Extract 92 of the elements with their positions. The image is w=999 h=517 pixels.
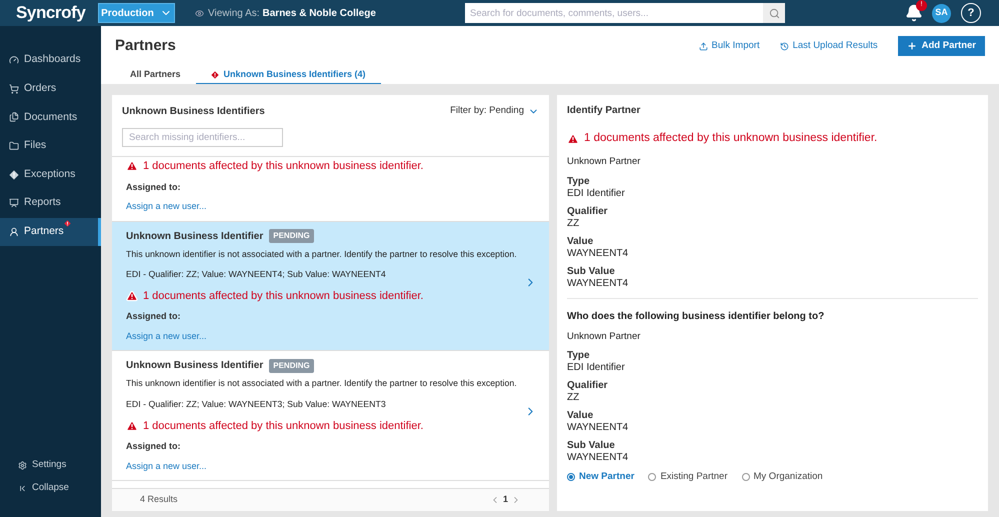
item-title: Unknown Business Identifier bbox=[126, 359, 264, 374]
results-count: 4 Results bbox=[140, 493, 178, 506]
field-label: Value bbox=[567, 410, 594, 422]
question-heading: Who does the following business identifier belong to? bbox=[567, 310, 826, 324]
assigned-label: Assigned to: bbox=[126, 440, 182, 454]
header-link[interactable]: Last Upload Results bbox=[780, 38, 878, 54]
documents-icon bbox=[9, 112, 19, 122]
field-label: Value bbox=[567, 236, 594, 248]
field-value: ZZ bbox=[567, 218, 580, 230]
radio-option[interactable]: My Organization bbox=[742, 470, 823, 484]
field-label: Sub Value bbox=[567, 440, 616, 452]
sidebar-item[interactable]: Orders bbox=[0, 74, 101, 104]
radio-option[interactable]: New Partner bbox=[567, 470, 634, 484]
field-label: Sub Value bbox=[567, 266, 616, 278]
radio-button[interactable] bbox=[742, 472, 750, 481]
search-field[interactable]: Search missing identifiers... bbox=[122, 128, 283, 147]
folder-icon bbox=[9, 141, 19, 152]
sidebar-item[interactable]: Exceptions bbox=[0, 160, 101, 189]
assigned-label: Assigned to: bbox=[126, 180, 182, 194]
settings-icon bbox=[18, 461, 27, 470]
assign-user-link[interactable]: Assign a new user... bbox=[126, 200, 207, 214]
field-value: WAYNEENT4 bbox=[567, 278, 630, 290]
sidebar-item[interactable]: Partners bbox=[0, 218, 101, 246]
warning-icon bbox=[567, 132, 579, 145]
field-value: WAYNEENT4 bbox=[567, 422, 630, 434]
gauge-icon bbox=[9, 55, 19, 66]
item-description: This unknown identifier is not associated with a partner. Identify the partner to resolve this exception. bbox=[126, 248, 518, 261]
sidebar-item[interactable]: Reports bbox=[0, 188, 101, 218]
status-badge: PENDING bbox=[269, 229, 314, 243]
radio-option[interactable]: Existing Partner bbox=[648, 470, 728, 484]
filter-dropdown[interactable]: Filter by: Pending bbox=[450, 104, 539, 119]
sidebar-item[interactable]: Documents bbox=[0, 103, 101, 132]
header-link[interactable]: Bulk Import bbox=[698, 38, 760, 54]
field-label: Qualifier bbox=[567, 206, 609, 218]
status-badge: PENDING bbox=[269, 358, 314, 373]
field-label: Qualifier bbox=[567, 380, 609, 392]
help-button[interactable]: ? bbox=[961, 3, 981, 23]
page-title: Partners bbox=[115, 36, 176, 56]
alert-icon bbox=[64, 220, 71, 227]
partner-name: Unknown Partner bbox=[567, 155, 642, 170]
exception-icon bbox=[9, 170, 19, 180]
add-partner-button[interactable]: Add Partner bbox=[898, 36, 985, 56]
assign-user-link[interactable]: Assign a new user... bbox=[126, 460, 207, 474]
panel-title: Unknown Business Identifiers bbox=[122, 105, 265, 119]
person-icon bbox=[9, 226, 19, 237]
partner-name: Unknown Partner bbox=[567, 330, 642, 344]
notifications-icon[interactable] bbox=[905, 4, 923, 22]
assigned-label: Assigned to: bbox=[126, 310, 182, 324]
presentation-icon bbox=[9, 198, 19, 208]
sidebar-item[interactable]: Dashboards bbox=[0, 46, 101, 75]
warning-text: 1 documents affected by this unknown business identifier. bbox=[143, 288, 424, 304]
field-label: Type bbox=[567, 350, 591, 362]
history-icon bbox=[780, 42, 789, 50]
identifier-item[interactable] bbox=[112, 222, 549, 352]
search-field[interactable]: Search for documents, comments, users... bbox=[465, 3, 763, 23]
identifier-text: EDI - Qualifier: ZZ; Value: WAYNEENT4; Sub Value: WAYNEENT4 bbox=[126, 268, 387, 281]
alert-icon bbox=[210, 70, 219, 78]
field-value: EDI Identifier bbox=[567, 362, 626, 374]
sidebar-item[interactable]: Files bbox=[0, 132, 101, 160]
viewing-value: Barnes & Noble College bbox=[262, 6, 376, 20]
warning-text: 1 documents affected by this unknown business identifier. bbox=[143, 418, 424, 434]
logo: Syncrofy bbox=[16, 2, 87, 24]
warning-text: 1 documents affected by this unknown business identifier. bbox=[584, 131, 878, 146]
search-button[interactable] bbox=[763, 3, 785, 23]
assign-user-link[interactable]: Assign a new user... bbox=[126, 330, 207, 344]
eye-icon bbox=[195, 8, 204, 18]
upload-icon bbox=[698, 42, 708, 50]
tab[interactable]: Unknown Business Identifiers (4) bbox=[196, 66, 381, 84]
cart-icon bbox=[9, 84, 19, 94]
collapse-icon bbox=[18, 484, 27, 493]
field-label: Type bbox=[567, 176, 591, 188]
radio-button[interactable] bbox=[567, 472, 575, 481]
plus-icon bbox=[906, 41, 917, 51]
field-value: ZZ bbox=[567, 392, 580, 404]
page-number[interactable]: 1 bbox=[502, 493, 508, 507]
warning-icon bbox=[126, 420, 138, 432]
radio-button[interactable] bbox=[648, 472, 656, 481]
identifier-text: EDI - Qualifier: ZZ; Value: WAYNEENT3; Sub Value: WAYNEENT3 bbox=[126, 398, 387, 411]
warning-icon bbox=[126, 160, 138, 172]
viewing-label: Viewing As: bbox=[208, 6, 260, 20]
tab[interactable]: All Partners bbox=[115, 66, 196, 84]
sidebar-bottom-item[interactable]: Collapse bbox=[0, 480, 101, 497]
search-icon bbox=[768, 8, 780, 18]
field-value: WAYNEENT4 bbox=[567, 248, 630, 260]
warning-text: 1 documents affected by this unknown business identifier. bbox=[143, 159, 424, 174]
warning-icon bbox=[126, 290, 138, 302]
field-value: EDI Identifier bbox=[567, 188, 626, 200]
field-value: WAYNEENT4 bbox=[567, 452, 630, 464]
sidebar-bottom-item[interactable]: Settings bbox=[0, 457, 101, 474]
item-description: This unknown identifier is not associated with a partner. Identify the partner to resolve this exception. bbox=[126, 377, 518, 390]
panel-title: Identify Partner bbox=[567, 104, 642, 118]
item-title: Unknown Business Identifier bbox=[126, 230, 264, 244]
